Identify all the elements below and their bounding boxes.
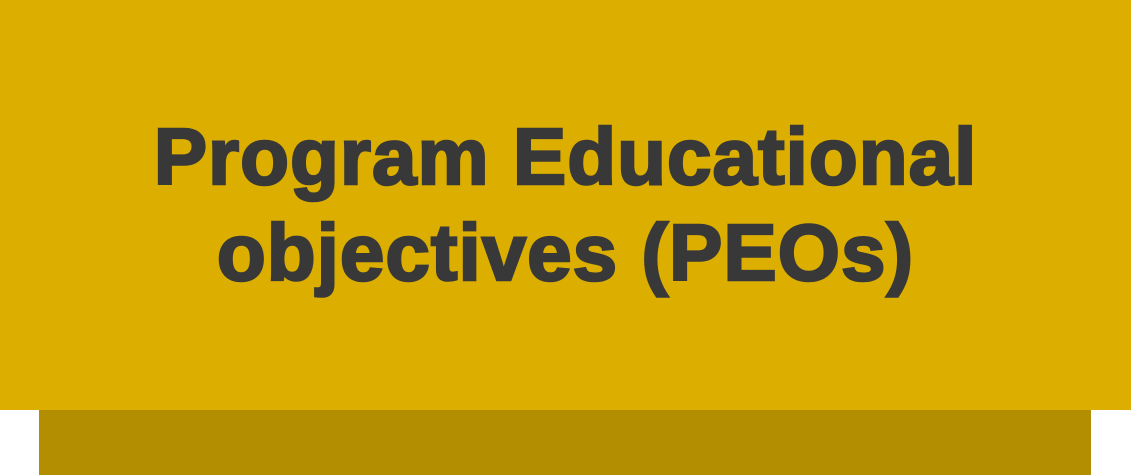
page-title-line-2: objectives (PEOs) [216,207,915,299]
shadow-bar [39,408,1091,475]
page-title-line-1: Program Educational [152,111,978,203]
peo-header-graphic: Program Educational objectives (PEOs) [0,0,1131,475]
page-title: Program Educational objectives (PEOs) [152,109,978,301]
title-banner: Program Educational objectives (PEOs) [0,0,1131,410]
